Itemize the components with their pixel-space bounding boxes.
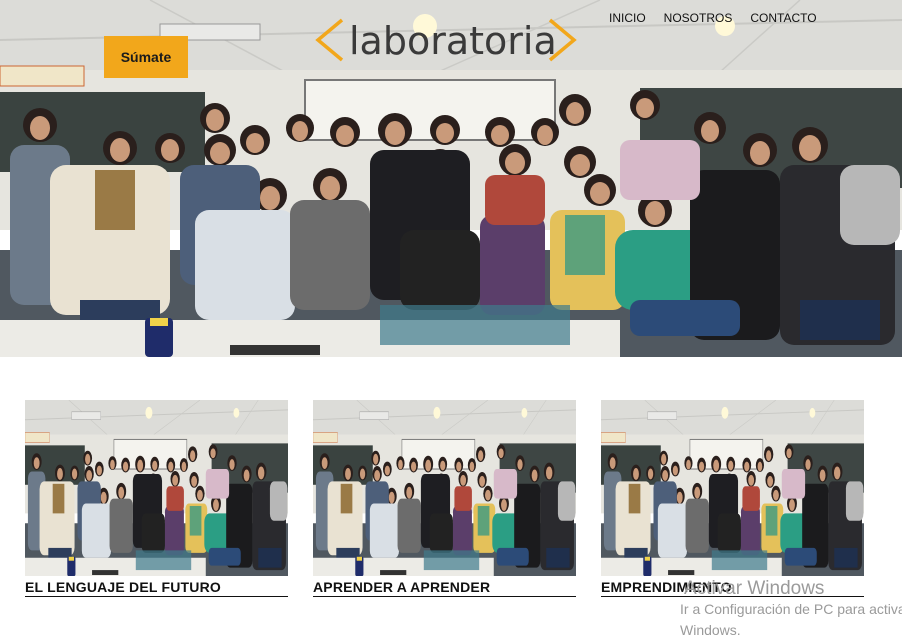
main-nav: INICIO NOSOTROS CONTACTO bbox=[609, 11, 817, 25]
card-image[interactable] bbox=[313, 400, 576, 576]
nav-link-nosotros[interactable]: NOSOTROS bbox=[664, 11, 733, 25]
sumate-button[interactable]: Súmate bbox=[104, 36, 188, 78]
card-emprendimiento[interactable]: EMPRENDIMIENTO bbox=[601, 400, 864, 597]
card-aprender-a-aprender[interactable]: APRENDER A APRENDER bbox=[313, 400, 576, 597]
windows-activation-watermark: Activar Windows Ir a Configuración de PC… bbox=[680, 578, 902, 641]
nav-link-inicio[interactable]: INICIO bbox=[609, 11, 646, 25]
watermark-line-1: Activar Windows bbox=[684, 578, 825, 599]
laboratoria-logo[interactable]: laboratoria bbox=[312, 14, 582, 66]
logo-text: laboratoria bbox=[349, 19, 557, 63]
card-title[interactable]: APRENDER A APRENDER bbox=[313, 577, 576, 597]
card-image[interactable] bbox=[25, 400, 288, 576]
watermark-line-3: Windows. bbox=[680, 622, 741, 638]
watermark-line-2: Ir a Configuración de PC para activar bbox=[680, 601, 902, 617]
hero-banner: laboratoria Súmate INICIO NOSOTROS CONTA… bbox=[0, 0, 902, 357]
nav-link-contacto[interactable]: CONTACTO bbox=[750, 11, 816, 25]
card-lenguaje-futuro[interactable]: EL LENGUAJE DEL FUTURO bbox=[25, 400, 288, 597]
card-title[interactable]: EL LENGUAJE DEL FUTURO bbox=[25, 577, 288, 597]
card-image[interactable] bbox=[601, 400, 864, 576]
